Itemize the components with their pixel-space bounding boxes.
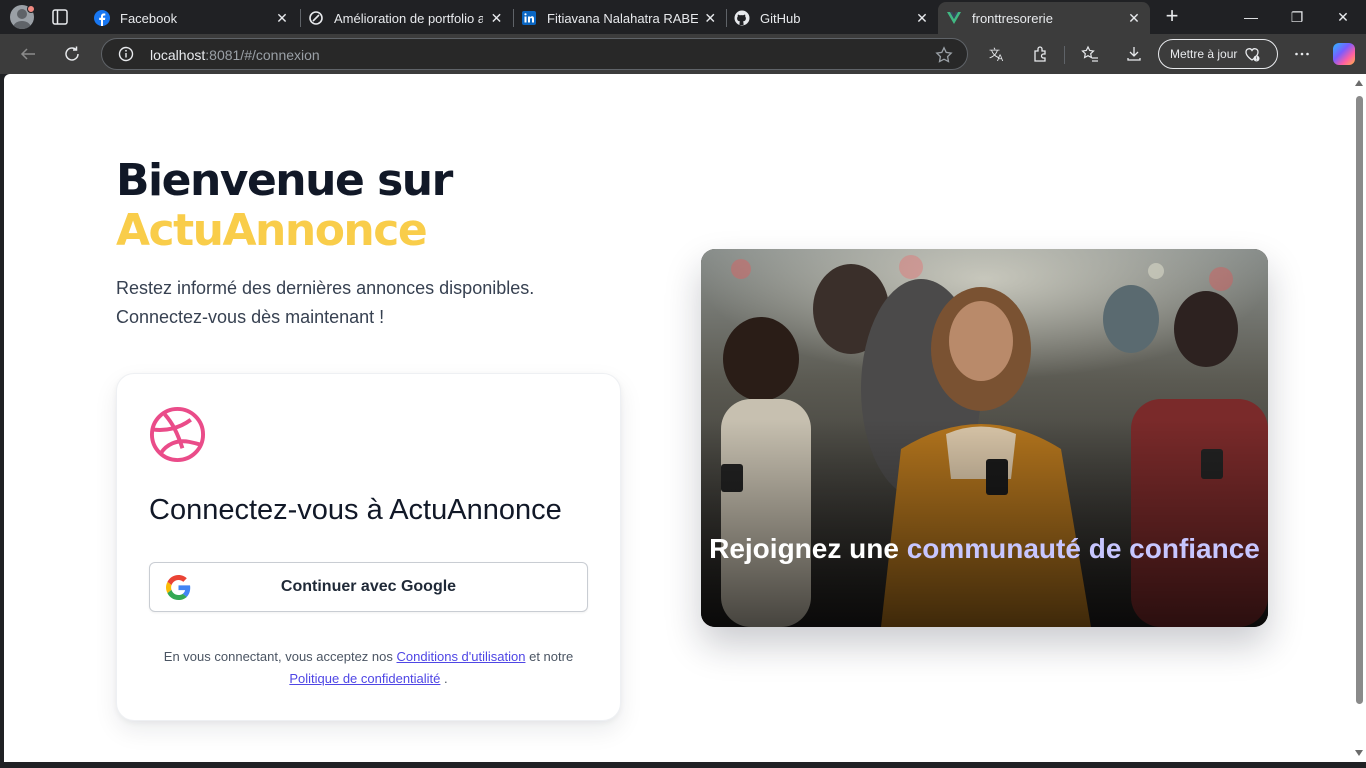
page-scrollbar[interactable] xyxy=(1352,74,1366,762)
more-menu-icon[interactable] xyxy=(1290,42,1314,66)
brand-name: ActuAnnonce xyxy=(116,205,428,256)
google-login-button[interactable]: Continuer avec Google xyxy=(149,562,588,612)
toolbar-separator xyxy=(1064,46,1065,64)
vue-icon xyxy=(946,10,962,26)
legal-notice: En vous connectant, vous acceptez nos Co… xyxy=(137,646,600,690)
downloads-icon[interactable] xyxy=(1122,42,1146,66)
close-icon[interactable]: ✕ xyxy=(704,10,717,26)
scroll-up-arrow-icon[interactable] xyxy=(1355,80,1363,86)
reload-button[interactable] xyxy=(60,42,84,66)
tab-portfolio[interactable]: Amélioration de portfolio av ✕ xyxy=(300,2,512,34)
close-icon[interactable]: ✕ xyxy=(914,10,930,26)
new-tab-button[interactable]: + xyxy=(1162,5,1182,27)
promo-text-plain: Rejoignez une xyxy=(709,533,899,564)
promo-text-accent: communauté de confiance xyxy=(906,533,1260,564)
github-icon xyxy=(734,10,750,26)
tab-facebook[interactable]: Facebook ✕ xyxy=(86,2,298,34)
dribbble-logo-icon xyxy=(149,406,206,463)
extensions-icon[interactable] xyxy=(1029,42,1053,66)
linkedin-icon xyxy=(521,10,537,26)
update-label: Mettre à jour xyxy=(1170,47,1238,61)
page-title: Bienvenue sur ActuAnnonce xyxy=(116,155,453,256)
privacy-link[interactable]: Politique de confidentialité xyxy=(289,671,440,686)
scroll-down-arrow-icon[interactable] xyxy=(1355,750,1363,756)
minimize-button[interactable]: — xyxy=(1228,0,1274,34)
crowd-photo xyxy=(701,249,1268,627)
copilot-icon[interactable] xyxy=(1333,43,1355,65)
tab-fronttresorerie[interactable]: fronttresorerie ✕ xyxy=(938,2,1150,34)
title-line: Bienvenue sur xyxy=(116,155,453,206)
legal-prefix: En vous connectant, vous acceptez nos xyxy=(163,649,393,664)
url-path: :8081/#/connexion xyxy=(205,47,320,63)
tab-title: fronttresorerie xyxy=(972,10,1053,26)
heart-update-icon: ! xyxy=(1245,48,1260,62)
legal-suffix: . xyxy=(444,671,448,686)
google-button-label: Continuer avec Google xyxy=(280,578,457,595)
close-icon[interactable]: ✕ xyxy=(1126,10,1142,26)
legal-middle: et notre xyxy=(529,649,574,664)
page-viewport: Bienvenue sur ActuAnnonce Restez informé… xyxy=(4,74,1366,762)
subtitle-line-1: Restez informé des dernières annonces di… xyxy=(116,278,535,298)
tab-linkedin[interactable]: Fitiavana Nalahatra RABEHEV ✕ xyxy=(513,2,725,34)
google-icon xyxy=(166,575,191,600)
restore-button[interactable]: ❐ xyxy=(1274,0,1320,34)
scrollbar-thumb[interactable] xyxy=(1356,96,1363,704)
browser-tab-bar: Facebook ✕ Amélioration de portfolio av … xyxy=(0,0,1366,34)
close-window-button[interactable]: ✕ xyxy=(1320,0,1366,34)
openai-icon xyxy=(308,10,324,26)
tab-title: Facebook xyxy=(120,10,178,26)
tab-actions-icon[interactable] xyxy=(50,7,70,27)
close-icon[interactable]: ✕ xyxy=(489,10,504,26)
tab-title: Amélioration de portfolio av xyxy=(334,10,483,26)
close-icon[interactable]: ✕ xyxy=(274,10,290,26)
address-bar[interactable]: localhost:8081/#/connexion xyxy=(101,38,968,70)
tab-title: Fitiavana Nalahatra RABEHEV xyxy=(547,10,698,26)
window-bottom-edge xyxy=(0,762,1366,768)
url-text: localhost:8081/#/connexion xyxy=(150,47,320,63)
browser-toolbar: localhost:8081/#/connexion 文A Mettre à j… xyxy=(0,34,1366,74)
page-subtitle: Restez informé des dernières annonces di… xyxy=(116,274,596,332)
back-button[interactable] xyxy=(16,42,40,66)
terms-link[interactable]: Conditions d'utilisation xyxy=(397,649,526,664)
url-host: localhost xyxy=(150,47,206,63)
subtitle-line-2: Connectez-vous dès maintenant ! xyxy=(116,307,385,327)
tab-github[interactable]: GitHub ✕ xyxy=(726,2,938,34)
translate-icon[interactable]: 文A xyxy=(985,42,1009,66)
card-title: Connectez-vous à ActuAnnonce xyxy=(149,494,562,526)
login-card: Connectez-vous à ActuAnnonce Continuer a… xyxy=(116,373,621,721)
promo-caption: Rejoignez une communauté de confiance xyxy=(701,531,1268,567)
update-button[interactable]: Mettre à jour ! xyxy=(1158,39,1278,69)
favorite-star-icon[interactable] xyxy=(935,46,953,64)
profile-notification-dot xyxy=(27,5,35,13)
promo-image-card: Rejoignez une communauté de confiance xyxy=(701,249,1268,627)
svg-text:A: A xyxy=(997,54,1004,63)
info-icon[interactable] xyxy=(118,46,134,62)
tab-title: GitHub xyxy=(760,10,801,26)
favorites-icon[interactable] xyxy=(1078,42,1102,66)
facebook-icon xyxy=(94,10,110,26)
svg-text:!: ! xyxy=(1256,56,1258,62)
